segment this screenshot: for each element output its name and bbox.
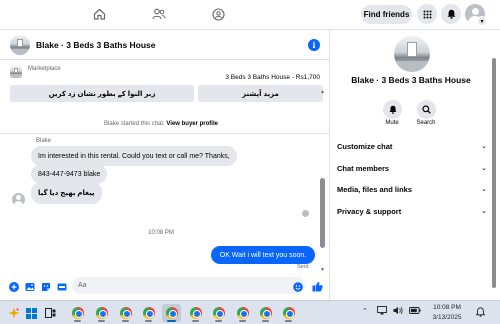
chat-panel: Blake · 3 Beds 3 Baths House i Marketpla…: [0, 30, 330, 300]
details-listing-photo[interactable]: [394, 36, 430, 72]
chevron-down-icon: ⌄: [481, 165, 487, 172]
chrome-icon[interactable]: [186, 304, 205, 322]
system-name: Blake: [104, 121, 120, 127]
friends-icon[interactable]: [149, 5, 169, 23]
mute-button[interactable]: [383, 100, 402, 119]
message-bubble[interactable]: Im interested in this rental. Could you …: [31, 146, 237, 166]
clock-time: 10:08 PM: [433, 304, 461, 311]
copilot-icon[interactable]: [4, 304, 23, 322]
section-label: Customize chat: [337, 141, 393, 151]
chrome-icon[interactable]: [279, 304, 298, 322]
top-navigation: Find friends ▾: [0, 0, 500, 30]
more-options-button[interactable]: مزید آپشنز: [198, 85, 323, 102]
find-friends-button[interactable]: Find friends: [361, 5, 412, 24]
sent-status: Sent: [297, 264, 309, 270]
plus-circle-icon[interactable]: [8, 281, 19, 292]
chat-title[interactable]: Blake · 3 Beds 3 Baths House: [36, 40, 156, 50]
sender-avatar: [12, 193, 25, 206]
chevron-down-icon[interactable]: ▾: [477, 16, 487, 26]
search-label: Search: [416, 120, 436, 126]
chevron-down-icon: ⌄: [481, 186, 487, 193]
system-text: started this chat.: [119, 121, 167, 127]
network-icon[interactable]: [377, 306, 387, 317]
section-media-files-links[interactable]: Media, files and links ⌄: [337, 182, 487, 196]
scroll-down-arrow[interactable]: ▼: [319, 268, 326, 273]
sender-name: Blake: [36, 138, 52, 144]
chrome-icon[interactable]: [209, 304, 228, 322]
like-icon[interactable]: [312, 281, 323, 292]
battery-icon[interactable]: [409, 306, 421, 317]
section-label: Chat members: [337, 163, 390, 173]
message-bubble[interactable]: 843-447-9473 blake: [31, 164, 108, 184]
chevron-up-icon[interactable]: ⌃: [362, 307, 368, 315]
chrome-icon[interactable]: [162, 304, 181, 322]
section-label: Privacy & support: [337, 206, 402, 216]
marketplace-thumbnail: [10, 66, 22, 78]
listing-title[interactable]: 3 Beds 3 Baths House - Rs1,700: [225, 74, 320, 81]
section-label: Media, files and links: [337, 184, 413, 194]
details-panel: Blake · 3 Beds 3 Baths House Mute Search…: [331, 30, 491, 300]
gif-icon[interactable]: [56, 281, 67, 292]
message-bubble[interactable]: پیغام بھیج دیا گیا: [31, 182, 102, 204]
message-composer: [0, 274, 330, 300]
info-icon[interactable]: i: [308, 39, 320, 51]
section-privacy-support[interactable]: Privacy & support ⌄: [337, 204, 487, 218]
emoji-icon[interactable]: [292, 281, 303, 292]
task-view-icon[interactable]: [41, 304, 60, 322]
chrome-icon[interactable]: [92, 304, 111, 322]
chrome-icon[interactable]: [139, 304, 158, 322]
seen-indicator: [302, 210, 309, 217]
details-scrollbar-thumb[interactable]: [492, 58, 496, 288]
listing-thumbnail[interactable]: [10, 35, 30, 55]
menu-grid-icon[interactable]: [417, 4, 437, 24]
chat-scrollbar-thumb[interactable]: [320, 178, 325, 248]
details-name: Blake · 3 Beds 3 Baths House: [351, 75, 471, 85]
chevron-down-icon: ⌄: [481, 143, 487, 150]
groups-icon[interactable]: [208, 5, 228, 23]
system-message: Blake started this chat. View buyer prof…: [0, 121, 322, 127]
section-customize-chat[interactable]: Customize chat ⌄: [337, 139, 487, 153]
mark-pending-button[interactable]: زبر النوا کے بطور نشان زد کریں: [10, 85, 194, 102]
chrome-icon[interactable]: [256, 304, 275, 322]
bell-icon[interactable]: [441, 4, 461, 24]
view-buyer-profile-link[interactable]: View buyer profile: [166, 121, 218, 127]
outgoing-message-bubble[interactable]: OK Wait i will text you soon.: [211, 246, 315, 264]
message-timestamp: 10:08 PM: [148, 230, 174, 236]
scroll-up-arrow[interactable]: ▲: [319, 90, 326, 95]
clock-date: 3/13/2025: [432, 314, 462, 321]
section-chat-members[interactable]: Chat members ⌄: [337, 161, 487, 175]
sticker-icon[interactable]: [40, 281, 51, 292]
chrome-icon[interactable]: [116, 304, 135, 322]
chrome-icon[interactable]: [68, 304, 87, 322]
notification-bell-icon[interactable]: [475, 307, 486, 319]
taskbar-clock[interactable]: 10:08 PM 3/13/2025: [427, 303, 467, 323]
home-icon[interactable]: [89, 5, 109, 23]
image-icon[interactable]: [24, 281, 35, 292]
windows-start-icon[interactable]: [22, 304, 41, 322]
chrome-icon[interactable]: [233, 304, 252, 322]
windows-taskbar: ⌃ 10:08 PM 3/13/2025: [0, 300, 500, 324]
chevron-down-icon: ⌄: [481, 208, 487, 215]
marketplace-label: Marketplace: [28, 66, 61, 72]
volume-icon[interactable]: [393, 306, 403, 317]
search-icon[interactable]: [417, 100, 436, 119]
chat-header: Blake · 3 Beds 3 Baths House i: [0, 30, 330, 60]
message-input[interactable]: [72, 277, 305, 294]
